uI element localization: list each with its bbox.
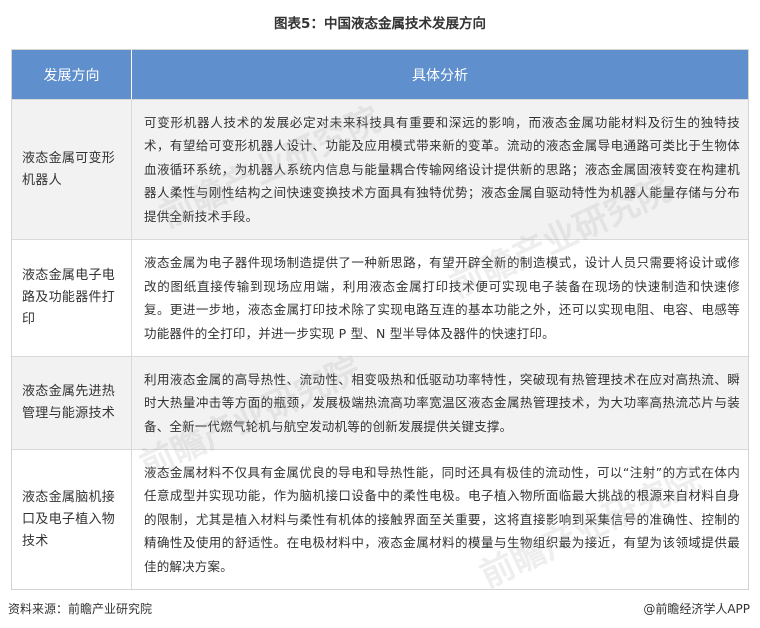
analysis-text: 液态金属材料不仅具有金属优良的导电和导热性能，同时还具有极佳的流动性，可以“注射… [144, 464, 740, 574]
direction-cell: 液态金属脑机接口及电子植入物技术 [12, 450, 132, 589]
table-row: 液态金属脑机接口及电子植入物技术 液态金属材料不仅具有金属优良的导电和导热性能，… [12, 449, 748, 589]
analysis-cell: 液态金属材料不仅具有金属优良的导电和导热性能，同时还具有极佳的流动性，可以“注射… [132, 450, 748, 589]
direction-text: 液态金属脑机接口及电子植入物技术 [22, 489, 116, 549]
direction-text: 液态金属先进热管理与能源技术 [22, 384, 116, 421]
direction-text: 液态金属可变形机器人 [22, 150, 116, 188]
header-analysis: 具体分析 [412, 67, 468, 84]
analysis-cell: 可变形机器人技术的发展必定对未来科技具有重要和深远的影响，而液态金属功能材料及衍… [132, 100, 748, 239]
brand-text: @前瞻经济学人APP [643, 602, 750, 616]
direction-cell: 液态金属可变形机器人 [12, 100, 132, 239]
table-row: 液态金属电子电路及功能器件打印 液态金属为电子器件现场制造提供了一种新思路，有望… [12, 239, 748, 356]
direction-text: 液态金属电子电路及功能器件打印 [22, 268, 116, 327]
source-note: 资料来源：前瞻产业研究院 [8, 602, 153, 616]
table-row: 液态金属先进热管理与能源技术 利用液态金属的高导热性、流动性、相变吸热和低驱动功… [12, 356, 748, 449]
analysis-cell: 液态金属为电子器件现场制造提供了一种新思路，有望开辟全新的制造模式，设计人员只需… [132, 240, 748, 356]
direction-cell: 液态金属先进热管理与能源技术 [12, 357, 132, 449]
analysis-text: 可变形机器人技术的发展必定对未来科技具有重要和深远的影响，而液态金属功能材料及衍… [144, 114, 740, 224]
brand-credit: @前瞻经济学人APP [643, 600, 750, 617]
analysis-cell: 利用液态金属的高导热性、流动性、相变吸热和低驱动功率特性，突破现有热管理技术在应… [132, 357, 748, 449]
direction-cell: 液态金属电子电路及功能器件打印 [12, 240, 132, 356]
direction-table: 发展方向 具体分析 液态金属可变形机器人 可变形机器人技术的发展必定对未来科技具… [11, 49, 749, 590]
analysis-text: 液态金属为电子器件现场制造提供了一种新思路，有望开辟全新的制造模式，设计人员只需… [144, 255, 740, 341]
header-direction: 发展方向 [12, 50, 132, 99]
analysis-text: 利用液态金属的高导热性、流动性、相变吸热和低驱动功率特性，突破现有热管理技术在应… [144, 371, 740, 434]
table-header-row: 发展方向 具体分析 [12, 50, 748, 99]
figure-title: 图表5：中国液态金属技术发展方向 [274, 16, 486, 32]
table-row: 液态金属可变形机器人 可变形机器人技术的发展必定对未来科技具有重要和深远的影响，… [12, 99, 748, 239]
